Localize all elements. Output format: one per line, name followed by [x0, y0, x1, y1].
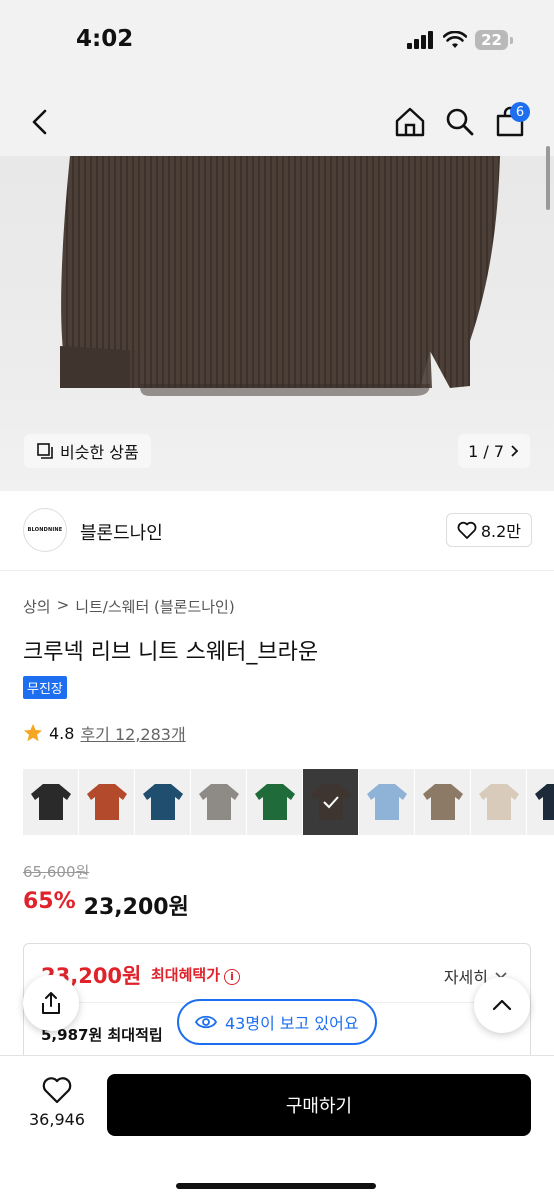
status-bar: 4:02 22 — [0, 0, 554, 90]
color-swatches — [23, 769, 554, 835]
review-count-link[interactable]: 후기 12,283개 — [80, 721, 185, 745]
share-icon — [42, 992, 60, 1014]
cart-count-badge: 6 — [510, 102, 530, 122]
rating-value: 4.8 — [49, 723, 75, 743]
sale-price-row: 65% 23,200원 — [23, 889, 189, 921]
sweater-thumbnail — [422, 784, 463, 820]
breadcrumb-category[interactable]: 상의 — [23, 596, 51, 617]
similar-products-label: 비슷한 상품 — [60, 443, 139, 462]
breadcrumb-separator: > — [56, 596, 70, 614]
viewers-indicator: 43명이 보고 있어요 — [177, 999, 377, 1045]
top-nav: 6 — [0, 90, 554, 156]
rating-row: 4.8 후기 12,283개 — [23, 721, 186, 745]
bottom-bar: 36,946 구매하기 — [0, 1055, 554, 1200]
check-icon — [322, 796, 339, 809]
image-page-indicator[interactable]: 1 / 7 — [458, 434, 530, 468]
similar-products-button[interactable]: 비슷한 상품 — [24, 434, 151, 468]
share-button[interactable] — [23, 975, 79, 1031]
brand-logo[interactable]: BLONDNINE — [23, 508, 67, 552]
brand-row: BLONDNINE 블론드나인 8.2만 — [0, 491, 554, 571]
chevron-up-icon — [492, 999, 512, 1011]
brand-like-count: 8.2만 — [480, 522, 521, 541]
sweater-thumbnail — [534, 784, 554, 820]
scroll-top-button[interactable] — [474, 977, 530, 1033]
buy-button[interactable]: 구매하기 — [107, 1074, 531, 1136]
color-swatch[interactable] — [471, 769, 526, 835]
color-swatch[interactable] — [359, 769, 414, 835]
heart-icon — [42, 1077, 72, 1104]
signal-icon — [407, 31, 434, 49]
similar-items-icon — [37, 443, 53, 459]
sweater-thumbnail — [86, 784, 127, 820]
color-swatch[interactable] — [79, 769, 134, 835]
cart-button[interactable]: 6 — [488, 100, 532, 144]
status-time: 4:02 — [76, 26, 134, 52]
color-swatch[interactable] — [23, 769, 78, 835]
max-benefit-label: 최대혜택가 i — [151, 964, 241, 985]
color-swatch[interactable] — [247, 769, 302, 835]
chevron-right-icon — [511, 445, 519, 457]
color-swatch[interactable] — [135, 769, 190, 835]
brand-like-button[interactable]: 8.2만 — [445, 513, 532, 547]
viewers-text: 43명이 보고 있어요 — [225, 1014, 359, 1033]
battery-indicator: 22 — [475, 30, 513, 50]
info-icon[interactable]: i — [224, 969, 241, 985]
sweater-thumbnail — [478, 784, 519, 820]
product-image[interactable]: 비슷한 상품 1 / 7 — [0, 156, 554, 491]
star-icon — [24, 724, 42, 742]
wishlist-button[interactable]: 36,946 — [20, 1076, 94, 1129]
color-swatch[interactable] — [527, 769, 554, 835]
sweater-thumbnail — [142, 784, 183, 820]
heart-icon — [457, 521, 477, 539]
home-indicator — [176, 1183, 376, 1189]
product-title: 크루넥 리브 니트 스웨터_브라운 — [23, 640, 319, 665]
home-icon — [395, 107, 425, 137]
original-price: 65,600원 — [23, 863, 90, 881]
breadcrumb-subcategory[interactable]: 니트/스웨터 (블론드나인) — [75, 596, 235, 617]
discount-rate: 65% — [23, 889, 76, 914]
image-page-label: 1 / 7 — [468, 441, 504, 461]
brand-name[interactable]: 블론드나인 — [80, 519, 163, 545]
back-button[interactable] — [18, 100, 62, 144]
chevron-left-icon — [32, 109, 47, 135]
color-swatch[interactable] — [191, 769, 246, 835]
sweater-thumbnail — [366, 784, 407, 820]
color-swatch[interactable] — [415, 769, 470, 835]
scroll-indicator — [546, 146, 550, 210]
sweater-thumbnail — [30, 784, 71, 820]
breadcrumb: 상의 > 니트/스웨터 (블론드나인) — [23, 596, 235, 617]
sweater-thumbnail — [198, 784, 239, 820]
sale-price: 23,200원 — [83, 895, 189, 920]
max-benefit-label-text: 최대혜택가 — [151, 966, 221, 984]
color-swatch[interactable] — [303, 769, 358, 835]
wifi-icon — [443, 31, 468, 48]
search-icon — [446, 108, 474, 136]
wishlist-count: 36,946 — [29, 1110, 85, 1129]
search-button[interactable] — [438, 100, 482, 144]
sweater-thumbnail — [254, 784, 295, 820]
home-button[interactable] — [388, 100, 432, 144]
eye-icon — [195, 1015, 217, 1029]
product-badge: 무진장 — [23, 676, 67, 699]
status-icons: 22 — [407, 30, 513, 50]
